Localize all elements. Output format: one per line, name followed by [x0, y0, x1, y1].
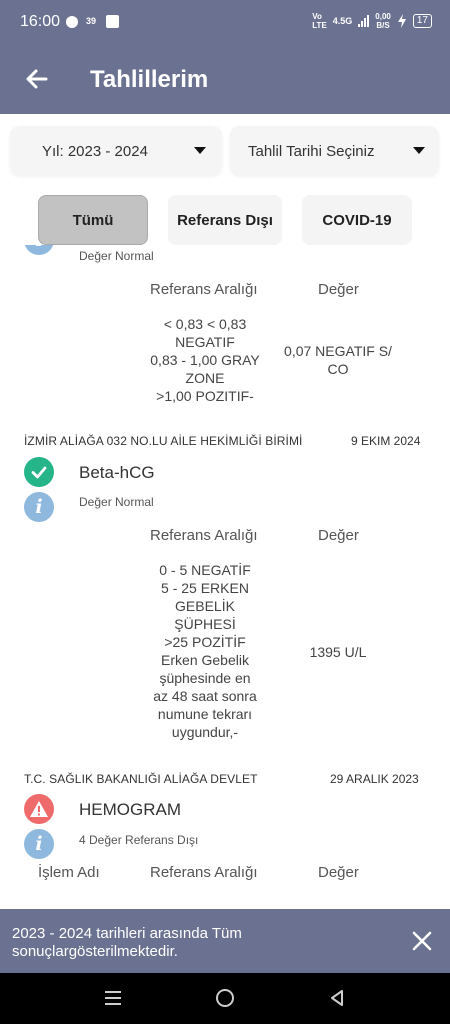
- info-icon[interactable]: i: [24, 245, 54, 255]
- reference-range-line: >1,00 POZITIF-: [156, 388, 254, 404]
- network-speed: 0,00 B/S: [375, 12, 391, 30]
- reference-range-header: Referans Aralığı: [150, 527, 258, 544]
- home-icon[interactable]: [216, 989, 234, 1007]
- volte-indicator: Vo LTE: [312, 12, 327, 30]
- reference-range-line: 0 - 5 NEGATİF: [159, 562, 251, 578]
- reference-range-line: az 48 saat sonra: [153, 688, 257, 704]
- result-value-line: CO: [327, 361, 349, 377]
- test-name: Beta-hCG: [79, 463, 155, 482]
- tab-all[interactable]: Tümü: [38, 195, 148, 245]
- procedure-name-header: İşlem Adı: [38, 864, 100, 881]
- reference-range-line: numune tekrarı: [157, 706, 253, 722]
- test-name: HEMOGRAM: [79, 800, 181, 819]
- value-header: Değer: [318, 527, 359, 544]
- charging-icon: [397, 14, 406, 28]
- warning-icon: [24, 794, 54, 824]
- reference-range-line: Erken Gebelik: [161, 652, 249, 668]
- value-header: Değer: [318, 864, 359, 881]
- filter-tabs: Tümü Referans Dışı COVID-19: [0, 195, 450, 245]
- network-speed-unit: B/S: [376, 21, 390, 30]
- chevron-down-icon: [413, 147, 425, 154]
- filter-row: Yıl: 2023 - 2024 Tahlil Tarihi Seçiniz: [0, 126, 450, 176]
- status-bar: 16:00 39 Vo LTE 4.5G 0,00 B/S 17: [0, 0, 450, 46]
- status-right-group: Vo LTE 4.5G 0,00 B/S 17: [312, 12, 432, 30]
- reference-range-line: >25 POZİTİF: [164, 634, 246, 650]
- info-snackbar: 2023 - 2024 tarihleri arasında Tüm sonuç…: [0, 909, 450, 973]
- reference-range-line: ŞÜPHESİ: [174, 616, 236, 632]
- reference-range-line: şüphesinde en: [159, 670, 251, 686]
- value-header: Değer: [318, 281, 359, 298]
- test-date-dropdown[interactable]: Tahlil Tarihi Seçiniz: [230, 126, 439, 176]
- reference-range-line: NEGATIF: [175, 334, 235, 350]
- result-value: 0,07 NEGATIF S/ CO: [268, 342, 408, 378]
- reference-range-line: uygundur,-: [171, 724, 239, 740]
- battery-icon: 17: [412, 14, 432, 28]
- reference-range-line: ZONE: [185, 370, 225, 386]
- network-generation: 4.5G: [332, 15, 353, 26]
- chevron-down-icon: [194, 147, 206, 154]
- info-icon[interactable]: i: [24, 492, 54, 522]
- reference-range-line: < 0,83 < 0,83: [163, 316, 247, 332]
- result-value: 1395 U/L: [309, 644, 367, 660]
- status-time: 16:00: [20, 13, 61, 30]
- result-status-text: Değer Normal: [79, 495, 154, 509]
- result-date: 9 EKIM 2024: [351, 434, 421, 448]
- reference-range-line: GEBELİK: [175, 598, 235, 614]
- arrow-left-icon[interactable]: [22, 64, 52, 94]
- system-nav-bar: [0, 973, 450, 1024]
- tab-covid-19[interactable]: COVID-19: [302, 195, 412, 245]
- lab-name: T.C. SAĞLIK BAKANLIĞI ALİAĞA DEVLET: [24, 772, 258, 786]
- reference-range: < 0,83 < 0,83 NEGATIF 0,83 - 1,00 GRAY Z…: [140, 315, 270, 405]
- test-date-dropdown-label: Tahlil Tarihi Seçiniz: [248, 143, 375, 160]
- reference-range-header: Referans Aralığı: [150, 281, 258, 298]
- year-dropdown[interactable]: Yıl: 2023 - 2024: [10, 126, 222, 176]
- result-value-line: 0,07 NEGATIF S/: [284, 343, 392, 359]
- app-bar: Tahlillerim: [0, 46, 450, 114]
- check-icon: [24, 457, 54, 487]
- close-icon[interactable]: [410, 929, 434, 953]
- year-dropdown-label: Yıl: 2023 - 2024: [42, 143, 148, 160]
- signal-icon: [358, 15, 370, 27]
- reference-range-line: 5 - 25 ERKEN: [161, 580, 249, 596]
- notification-badge: 39: [86, 16, 97, 26]
- notification-square-icon: [106, 15, 119, 28]
- reference-range-line: 0,83 - 1,00 GRAY: [150, 352, 260, 368]
- reference-range: 0 - 5 NEGATİF 5 - 25 ERKEN GEBELİK ŞÜPHE…: [140, 561, 270, 741]
- reference-range-header: Referans Aralığı: [150, 864, 258, 881]
- result-status-text: 4 Değer Referans Dışı: [79, 833, 199, 847]
- recent-apps-icon[interactable]: [104, 991, 122, 1005]
- result-status-text: Değer Normal: [79, 249, 154, 263]
- result-date: 29 ARALIK 2023: [330, 772, 419, 786]
- page-title: Tahlillerim: [90, 66, 209, 93]
- tab-out-of-reference[interactable]: Referans Dışı: [168, 195, 282, 245]
- notification-dot-icon: [66, 16, 78, 28]
- snackbar-message: 2023 - 2024 tarihleri arasında Tüm sonuç…: [12, 925, 242, 960]
- results-list[interactable]: i Değer Normal Referans Aralığı Değer < …: [0, 245, 450, 909]
- back-triangle-icon[interactable]: [328, 989, 346, 1007]
- lab-name: İZMİR ALİAĞA 032 NO.LU AİLE HEKİMLİĞİ Bİ…: [24, 434, 303, 448]
- info-icon[interactable]: i: [24, 829, 54, 859]
- network-speed-value: 0,00: [375, 12, 391, 21]
